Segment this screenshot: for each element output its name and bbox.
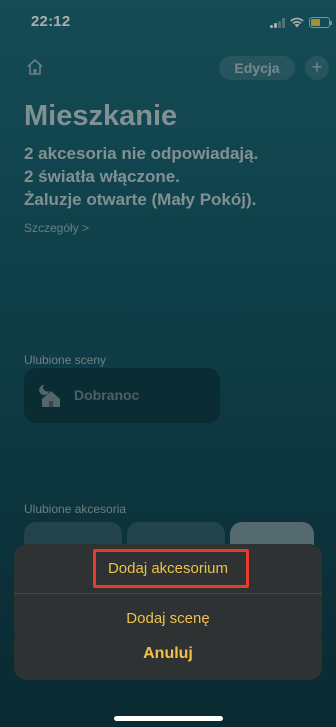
highlight-annotation xyxy=(93,549,249,588)
home-indicator[interactable] xyxy=(114,716,223,721)
cancel-button[interactable]: Anuluj xyxy=(14,628,322,680)
